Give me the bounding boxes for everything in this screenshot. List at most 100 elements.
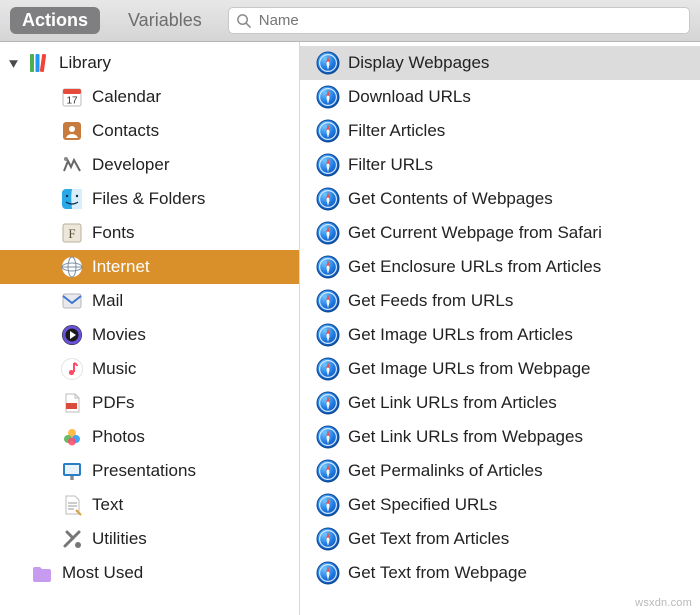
- library-mode-tabs: Actions Variables: [10, 7, 214, 34]
- developer-icon: [60, 153, 84, 177]
- mail-icon: [60, 289, 84, 313]
- sidebar-item-label: Files & Folders: [92, 189, 205, 209]
- action-item[interactable]: Display Webpages: [300, 46, 700, 80]
- action-item-label: Filter Articles: [348, 121, 445, 141]
- safari-compass-icon: [316, 323, 340, 347]
- sidebar-item-fonts[interactable]: Fonts: [0, 216, 299, 250]
- sidebar-item-music[interactable]: Music: [0, 352, 299, 386]
- action-item[interactable]: Get Enclosure URLs from Articles: [300, 250, 700, 284]
- actions-list: Display Webpages Download URLs Filter Arti…: [300, 42, 700, 615]
- safari-compass-icon: [316, 85, 340, 109]
- sidebar-item-label: Contacts: [92, 121, 159, 141]
- action-item[interactable]: Get Specified URLs: [300, 488, 700, 522]
- action-item[interactable]: Get Link URLs from Articles: [300, 386, 700, 420]
- action-item-label: Get Current Webpage from Safari: [348, 223, 602, 243]
- watermark: wsxdn.com: [635, 597, 692, 609]
- tab-actions[interactable]: Actions: [10, 7, 100, 34]
- safari-compass-icon: [316, 357, 340, 381]
- sidebar-item-label: Mail: [92, 291, 123, 311]
- search-input[interactable]: [257, 11, 682, 30]
- calendar-icon: [60, 85, 84, 109]
- text-icon: [60, 493, 84, 517]
- sidebar-item-label: PDFs: [92, 393, 135, 413]
- sidebar-item-label: Photos: [92, 427, 145, 447]
- action-item[interactable]: Filter URLs: [300, 148, 700, 182]
- action-item-label: Get Link URLs from Articles: [348, 393, 557, 413]
- action-item-label: Get Text from Webpage: [348, 563, 527, 583]
- search-field[interactable]: [228, 7, 690, 34]
- sidebar-item-label: Developer: [92, 155, 170, 175]
- content-split: Library Calendar Contacts Developer File…: [0, 42, 700, 615]
- fonts-icon: [60, 221, 84, 245]
- action-item[interactable]: Get Contents of Webpages: [300, 182, 700, 216]
- sidebar-item-mail[interactable]: Mail: [0, 284, 299, 318]
- sidebar-item-label: Utilities: [92, 529, 147, 549]
- sidebar-item-label: Text: [92, 495, 123, 515]
- action-item-label: Get Feeds from URLs: [348, 291, 513, 311]
- action-item[interactable]: Get Image URLs from Webpage: [300, 352, 700, 386]
- sidebar-item-contacts[interactable]: Contacts: [0, 114, 299, 148]
- action-item[interactable]: Get Image URLs from Articles: [300, 318, 700, 352]
- action-item-label: Download URLs: [348, 87, 471, 107]
- internet-icon: [60, 255, 84, 279]
- search-icon: [236, 13, 251, 28]
- tab-variables[interactable]: Variables: [116, 7, 214, 34]
- action-item-label: Get Enclosure URLs from Articles: [348, 257, 601, 277]
- toolbar: Actions Variables: [0, 0, 700, 42]
- action-item[interactable]: Get Link URLs from Webpages: [300, 420, 700, 454]
- sidebar-item-label: Internet: [92, 257, 150, 277]
- safari-compass-icon: [316, 221, 340, 245]
- sidebar-item-calendar[interactable]: Calendar: [0, 80, 299, 114]
- sidebar-most-used[interactable]: Most Used: [0, 556, 299, 590]
- presentations-icon: [60, 459, 84, 483]
- sidebar-item-label: Fonts: [92, 223, 135, 243]
- photos-icon: [60, 425, 84, 449]
- sidebar-item-label: Calendar: [92, 87, 161, 107]
- action-item-label: Get Image URLs from Articles: [348, 325, 573, 345]
- sidebar-item-internet[interactable]: Internet: [0, 250, 299, 284]
- sidebar-item-text[interactable]: Text: [0, 488, 299, 522]
- safari-compass-icon: [316, 561, 340, 585]
- safari-compass-icon: [316, 51, 340, 75]
- sidebar-item-developer[interactable]: Developer: [0, 148, 299, 182]
- safari-compass-icon: [316, 425, 340, 449]
- action-item[interactable]: Get Current Webpage from Safari: [300, 216, 700, 250]
- safari-compass-icon: [316, 289, 340, 313]
- sidebar-item-label: Movies: [92, 325, 146, 345]
- safari-compass-icon: [316, 255, 340, 279]
- action-item-label: Get Image URLs from Webpage: [348, 359, 591, 379]
- sidebar-most-used-label: Most Used: [62, 563, 143, 583]
- folder-icon: [30, 561, 54, 585]
- action-item[interactable]: Get Feeds from URLs: [300, 284, 700, 318]
- library-icon: [27, 51, 51, 75]
- action-item[interactable]: Get Permalinks of Articles: [300, 454, 700, 488]
- contacts-icon: [60, 119, 84, 143]
- sidebar-item-presentations[interactable]: Presentations: [0, 454, 299, 488]
- action-item-label: Filter URLs: [348, 155, 433, 175]
- sidebar-item-movies[interactable]: Movies: [0, 318, 299, 352]
- safari-compass-icon: [316, 527, 340, 551]
- sidebar-item-files[interactable]: Files & Folders: [0, 182, 299, 216]
- sidebar-library-label: Library: [59, 53, 111, 73]
- safari-compass-icon: [316, 459, 340, 483]
- sidebar-library[interactable]: Library: [0, 46, 299, 80]
- sidebar-item-photos[interactable]: Photos: [0, 420, 299, 454]
- music-icon: [60, 357, 84, 381]
- action-item-label: Get Text from Articles: [348, 529, 509, 549]
- sidebar-item-label: Presentations: [92, 461, 196, 481]
- disclosure-triangle-icon[interactable]: [8, 58, 19, 69]
- action-item-label: Get Specified URLs: [348, 495, 497, 515]
- action-item-label: Get Link URLs from Webpages: [348, 427, 583, 447]
- action-item[interactable]: Get Text from Webpage: [300, 556, 700, 590]
- action-item[interactable]: Get Text from Articles: [300, 522, 700, 556]
- action-item[interactable]: Download URLs: [300, 80, 700, 114]
- utilities-icon: [60, 527, 84, 551]
- finder-icon: [60, 187, 84, 211]
- action-item[interactable]: Filter Articles: [300, 114, 700, 148]
- sidebar: Library Calendar Contacts Developer File…: [0, 42, 300, 615]
- sidebar-item-utilities[interactable]: Utilities: [0, 522, 299, 556]
- sidebar-item-pdfs[interactable]: PDFs: [0, 386, 299, 420]
- safari-compass-icon: [316, 493, 340, 517]
- pdfs-icon: [60, 391, 84, 415]
- action-item-label: Get Contents of Webpages: [348, 189, 553, 209]
